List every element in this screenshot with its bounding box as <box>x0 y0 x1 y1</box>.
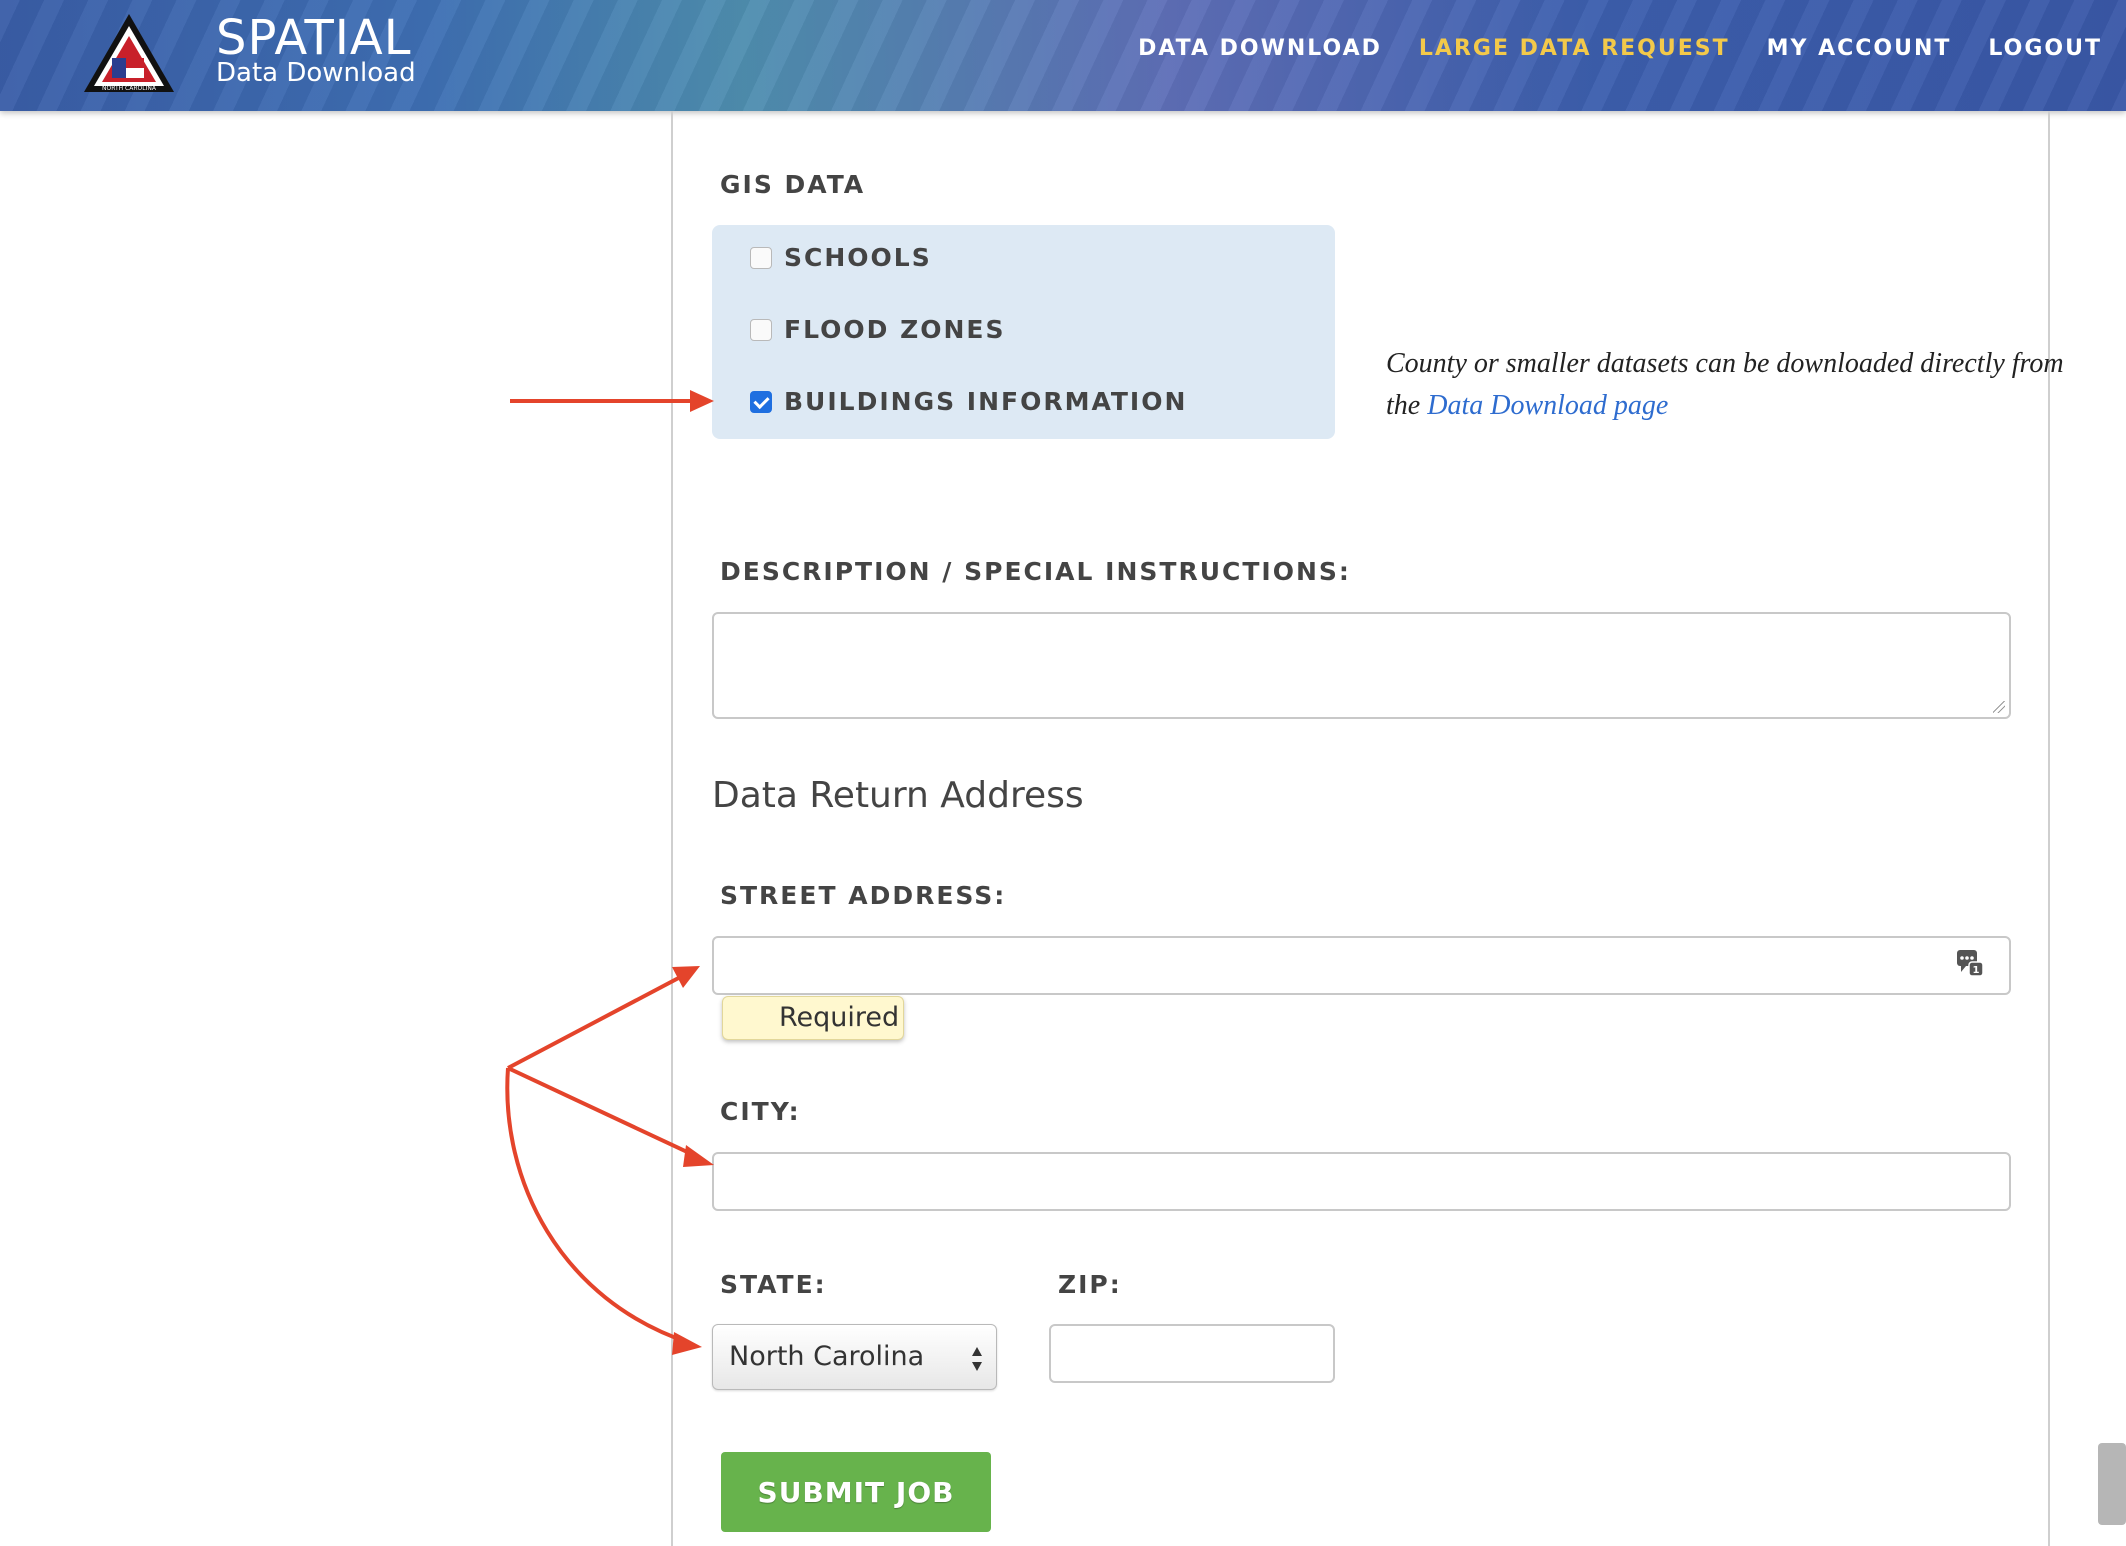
main-nav: DATA DOWNLOAD LARGE DATA REQUEST MY ACCO… <box>1138 36 2102 61</box>
nav-large-data-request[interactable]: LARGE DATA REQUEST <box>1419 36 1730 61</box>
flood-zones-checkbox[interactable] <box>750 318 772 341</box>
option-flood-zones[interactable]: FLOOD ZONES <box>750 315 1005 344</box>
resize-handle-icon[interactable] <box>1993 701 2005 713</box>
buildings-information-checkbox[interactable] <box>750 390 772 413</box>
svg-text:NORTH CAROLINA: NORTH CAROLINA <box>102 85 157 92</box>
nav-my-account[interactable]: MY ACCOUNT <box>1767 36 1952 61</box>
street-address-input[interactable]: 1 <box>712 936 2011 995</box>
city-input[interactable] <box>712 1152 2011 1211</box>
required-tooltip: Required <box>722 996 904 1040</box>
required-tooltip-text: Required <box>779 1002 900 1033</box>
brand[interactable]: SPATIAL Data Download <box>216 14 416 86</box>
schools-checkbox[interactable] <box>750 246 772 269</box>
autofill-contact-icon[interactable]: 1 <box>1955 948 1985 978</box>
zip-label: ZIP: <box>1058 1270 1122 1299</box>
select-arrows-icon <box>972 1347 982 1371</box>
option-schools[interactable]: SCHOOLS <box>750 243 932 272</box>
annotation-arrowheads <box>672 390 714 1355</box>
state-label: STATE: <box>720 1270 827 1299</box>
nav-data-download[interactable]: DATA DOWNLOAD <box>1138 36 1382 61</box>
city-label: CITY: <box>720 1097 801 1126</box>
site-header: NORTH CAROLINA SPATIAL Data Download DAT… <box>0 0 2126 111</box>
street-address-label: STREET ADDRESS: <box>720 881 1007 910</box>
download-note: County or smaller datasets can be downlo… <box>1386 343 2086 427</box>
option-buildings-information[interactable]: BUILDINGS INFORMATION <box>750 387 1187 416</box>
brand-subtitle: Data Download <box>216 58 416 88</box>
buildings-information-label[interactable]: BUILDINGS INFORMATION <box>784 387 1187 416</box>
flood-zones-label[interactable]: FLOOD ZONES <box>784 315 1005 344</box>
page-scrollbar-thumb[interactable] <box>2098 1443 2126 1525</box>
brand-title: SPATIAL <box>216 10 412 66</box>
nav-logout[interactable]: LOGOUT <box>1988 36 2102 61</box>
schools-label[interactable]: SCHOOLS <box>784 243 932 272</box>
gis-data-label: GIS DATA <box>720 170 866 199</box>
description-textarea[interactable] <box>712 612 2011 719</box>
data-download-page-link[interactable]: Data Download page <box>1427 390 1668 421</box>
state-select[interactable]: North Carolina <box>712 1324 997 1390</box>
submit-job-button[interactable]: SUBMIT JOB <box>721 1452 991 1532</box>
content-left-border <box>671 111 673 1546</box>
data-return-address-heading: Data Return Address <box>712 775 1084 816</box>
nc-emergency-management-logo[interactable]: NORTH CAROLINA <box>82 12 176 94</box>
description-label: DESCRIPTION / SPECIAL INSTRUCTIONS: <box>720 557 1351 586</box>
content-right-border <box>2048 111 2050 1546</box>
svg-text:1: 1 <box>1973 965 1980 976</box>
zip-input[interactable] <box>1049 1324 1335 1383</box>
state-select-value: North Carolina <box>729 1341 925 1372</box>
